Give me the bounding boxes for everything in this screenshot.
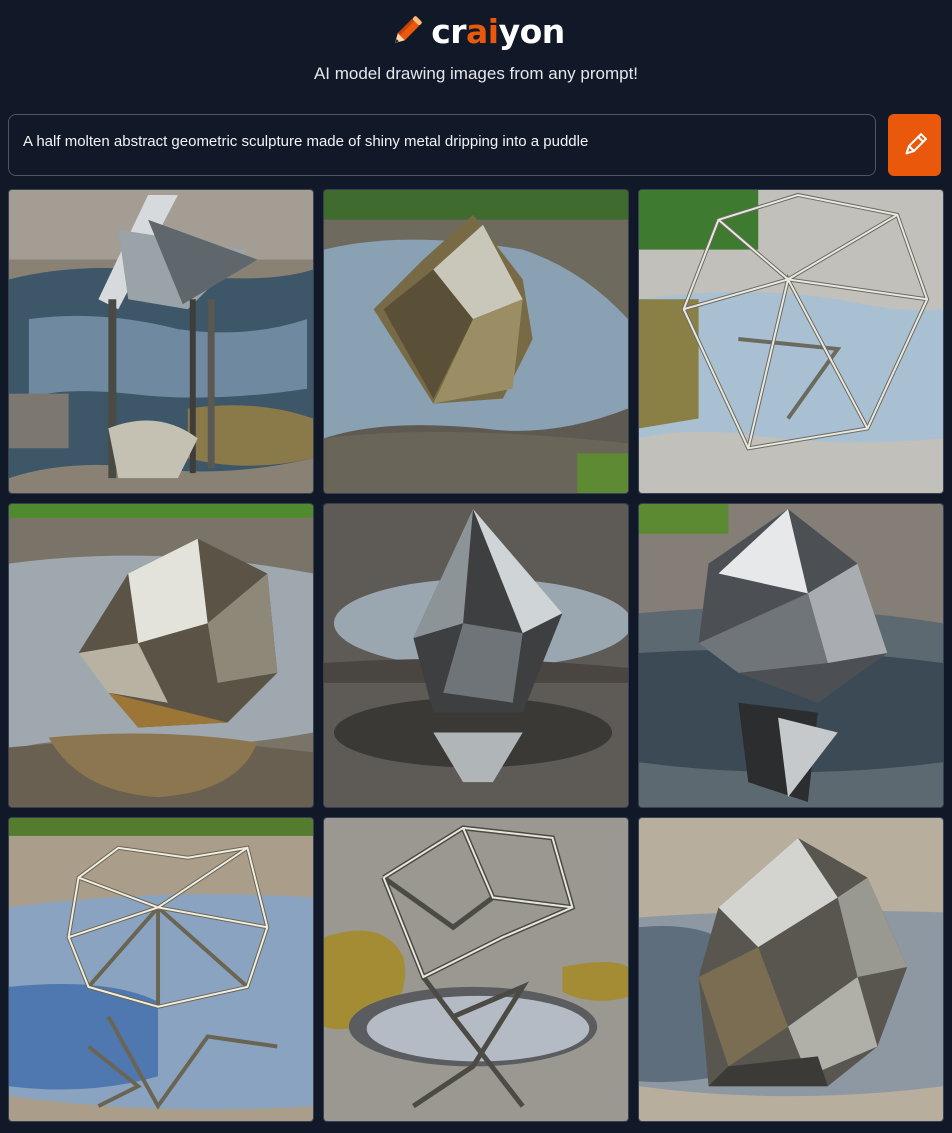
logo-wordmark: craiyon [431,11,565,51]
pencil-icon [387,11,427,51]
result-image[interactable] [323,817,629,1122]
result-image[interactable] [8,503,314,808]
result-image[interactable] [638,189,944,494]
header: craiyon AI model drawing images from any… [0,0,952,100]
pencil-icon [901,131,929,159]
result-image[interactable] [638,817,944,1122]
result-image[interactable] [8,817,314,1122]
result-image[interactable] [638,503,944,808]
prompt-input[interactable]: A half molten abstract geometric sculptu… [8,114,876,176]
draw-button[interactable] [888,114,941,176]
result-image[interactable] [8,189,314,494]
result-image[interactable] [323,189,629,494]
craiyon-logo[interactable]: craiyon [0,8,952,54]
result-image[interactable] [323,503,629,808]
tagline: AI model drawing images from any prompt! [313,64,639,83]
result-grid [8,189,944,1122]
